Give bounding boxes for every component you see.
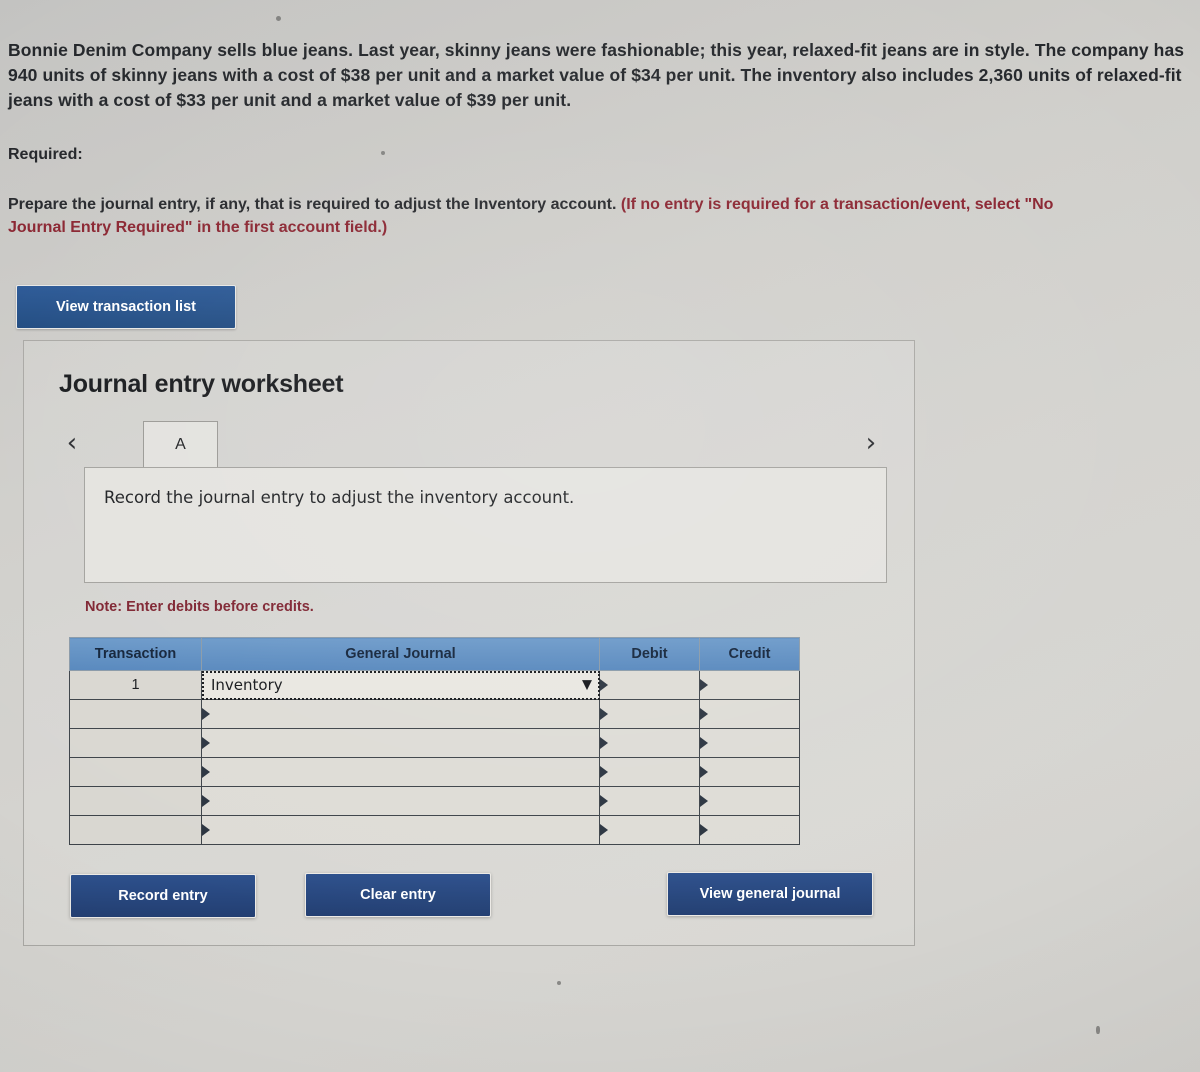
cell-transaction [69,699,202,729]
required-instruction-text: Prepare the journal entry, if any, that … [8,196,621,213]
cell-debit[interactable] [599,728,700,758]
cell-marker-icon [600,737,608,749]
cell-transaction [69,757,202,787]
tab-a[interactable]: A [143,421,218,468]
photo-speck [557,981,561,985]
cell-credit[interactable] [699,786,800,816]
cell-credit[interactable] [699,728,800,758]
table-row: 1 Inventory ▼ [69,670,800,700]
view-transaction-list-button[interactable]: View transaction list [16,285,236,329]
view-general-journal-button[interactable]: View general journal [667,872,873,916]
cell-marker-icon [700,795,708,807]
cell-transaction [69,728,202,758]
cell-marker-icon [700,824,708,836]
cell-debit[interactable] [599,786,700,816]
cell-marker-icon [700,737,708,749]
chevron-down-icon[interactable]: ▼ [582,679,592,692]
photo-speck [276,16,281,21]
cell-debit[interactable] [599,815,700,845]
journal-entry-worksheet-panel: Journal entry worksheet ‹ A › Record the… [23,340,915,946]
cell-marker-icon [202,795,210,807]
cell-marker-icon [202,708,210,720]
chevron-right-icon[interactable]: › [858,429,884,459]
required-label: Required: [8,146,83,163]
cell-marker-icon [600,766,608,778]
required-instructions: Prepare the journal entry, if any, that … [8,193,1108,239]
cell-credit[interactable] [699,757,800,787]
cell-transaction [69,786,202,816]
instruction-text: Record the journal entry to adjust the i… [104,488,575,507]
table-row [69,728,800,758]
record-entry-button[interactable]: Record entry [70,874,256,918]
instruction-box: Record the journal entry to adjust the i… [84,467,887,583]
cell-debit[interactable] [599,699,700,729]
account-select-value: Inventory [211,676,283,694]
table-row [69,786,800,816]
table-row [69,699,800,729]
cell-marker-icon [700,679,708,691]
account-select-cell[interactable]: Inventory ▼ [201,670,600,700]
worksheet-title: Journal entry worksheet [59,370,344,398]
cell-marker-icon [202,766,210,778]
table-row [69,757,800,787]
cell-marker-icon [700,766,708,778]
cell-marker-icon [600,679,608,691]
journal-entry-table: Transaction General Journal Debit Credit… [69,637,800,845]
cell-general-journal[interactable] [201,757,600,787]
column-header-transaction: Transaction [69,637,202,671]
debits-before-credits-note: Note: Enter debits before credits. [85,599,314,615]
cell-general-journal[interactable] [201,786,600,816]
cell-credit[interactable] [699,670,800,700]
cell-transaction [69,815,202,845]
photo-speck [381,151,385,155]
cell-marker-icon [202,824,210,836]
cell-credit[interactable] [699,699,800,729]
cell-credit[interactable] [699,815,800,845]
column-header-general-journal: General Journal [201,637,600,671]
table-row [69,815,800,845]
column-header-debit: Debit [599,637,700,671]
cell-general-journal[interactable] [201,728,600,758]
photo-speck [1096,1026,1100,1034]
cell-general-journal[interactable] [201,815,600,845]
cell-marker-icon [202,737,210,749]
cell-general-journal[interactable] [201,699,600,729]
clear-entry-button[interactable]: Clear entry [305,873,491,917]
cell-debit[interactable] [599,670,700,700]
problem-statement: Bonnie Denim Company sells blue jeans. L… [8,40,1185,110]
cell-marker-icon [600,708,608,720]
cell-marker-icon [600,824,608,836]
cell-debit[interactable] [599,757,700,787]
chevron-left-icon[interactable]: ‹ [59,429,85,459]
worksheet-tab-strip: ‹ A › [59,421,884,468]
table-header-row: Transaction General Journal Debit Credit [69,637,800,671]
cell-marker-icon [700,708,708,720]
cell-marker-icon [600,795,608,807]
column-header-credit: Credit [699,637,800,671]
cell-transaction: 1 [69,670,202,700]
